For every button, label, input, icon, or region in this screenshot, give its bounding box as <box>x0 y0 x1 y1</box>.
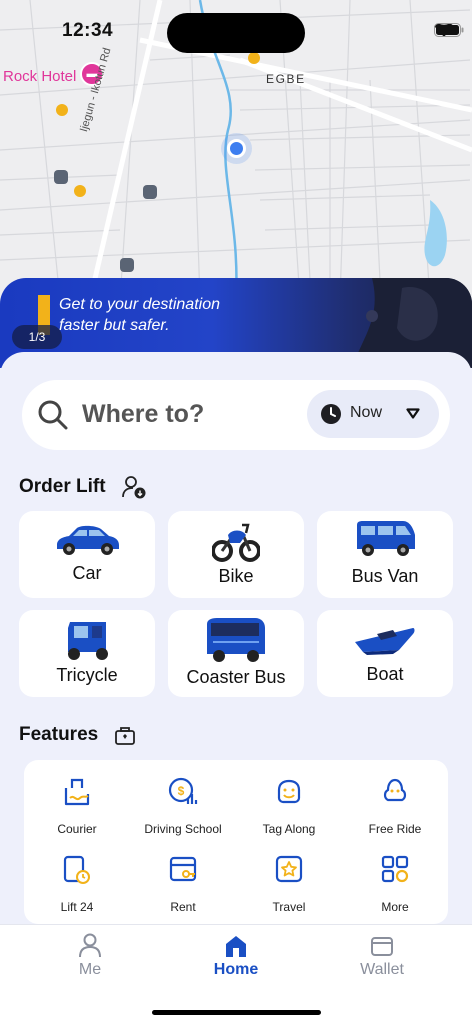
map-view[interactable]: 12:34 Rock Hotel ▬ EGBE Ijegun - Ikotun … <box>0 0 472 300</box>
more-icon <box>381 855 409 883</box>
driving-school-icon: $ <box>168 777 198 804</box>
courier-label: Courier <box>57 822 97 836</box>
free-ride-label: Free Ride <box>368 822 422 836</box>
order-bus-van-button[interactable]: Bus Van <box>317 511 453 598</box>
chevron-down-icon <box>406 408 420 419</box>
feature-free-ride[interactable]: Free Ride <box>342 776 448 852</box>
boat-label: Boat <box>366 664 404 684</box>
travel-icon <box>275 855 303 883</box>
order-lift-title: Order Lift <box>19 476 106 497</box>
driving-school-label: Driving School <box>144 822 222 836</box>
banner-text-line2: faster but safer. <box>59 317 170 334</box>
tab-home-label: Home <box>213 961 259 978</box>
order-boat-button[interactable]: Boat <box>317 610 453 697</box>
bottom-sheet: Where to? Now Order Lift Car Bike Bus Va… <box>0 352 472 926</box>
rent-label: Rent <box>170 900 196 914</box>
banner-text: Get to your destination faster but safer… <box>59 294 220 336</box>
tab-me-label: Me <box>78 961 102 978</box>
current-location-icon <box>227 139 246 158</box>
feature-driving-school[interactable]: $ Driving School <box>130 776 236 852</box>
rent-icon <box>169 856 197 882</box>
order-car-button[interactable]: Car <box>19 511 155 598</box>
status-bar: 12:34 <box>0 0 472 64</box>
tab-me[interactable]: Me <box>35 933 145 983</box>
banner-text-line1: Get to your destination <box>59 296 220 313</box>
lift-24-icon <box>63 855 90 884</box>
order-coaster-bus-button[interactable]: Coaster Bus <box>168 610 304 697</box>
tab-home[interactable]: Home <box>181 933 291 983</box>
tab-wallet-label: Wallet <box>360 961 404 978</box>
courier-icon <box>64 778 90 806</box>
home-indicator <box>152 1010 321 1015</box>
search-bar[interactable]: Where to? Now <box>22 380 450 450</box>
person-icon <box>79 933 101 958</box>
tab-wallet[interactable]: Wallet <box>327 933 437 983</box>
home-icon <box>226 936 246 957</box>
banner-pager: 1/3 <box>12 325 62 349</box>
add-user-icon <box>122 476 146 499</box>
coaster-bus-label: Coaster Bus <box>186 667 286 687</box>
bus-van-icon <box>357 521 415 556</box>
briefcase-icon <box>115 727 135 745</box>
bike-label: Bike <box>218 566 254 586</box>
clock-icon <box>321 404 341 424</box>
feature-tag-along[interactable]: Tag Along <box>236 776 342 852</box>
tricycle-label: Tricycle <box>56 665 118 685</box>
more-label: More <box>381 900 409 914</box>
tab-bar: Me Home Wallet <box>0 924 472 1024</box>
free-ride-icon <box>383 778 407 802</box>
bike-icon <box>212 523 260 562</box>
feature-rent[interactable]: Rent <box>130 854 236 930</box>
lift-24-label: Lift 24 <box>60 900 94 914</box>
order-bike-button[interactable]: Bike <box>168 511 304 598</box>
search-placeholder: Where to? <box>82 400 205 428</box>
status-time: 12:34 <box>62 20 114 41</box>
wallet-icon <box>371 937 393 956</box>
tricycle-icon <box>68 622 108 660</box>
feature-travel[interactable]: Travel <box>236 854 342 930</box>
time-selector[interactable]: Now <box>307 390 439 438</box>
boat-icon <box>355 628 415 655</box>
order-tricycle-button[interactable]: Tricycle <box>19 610 155 697</box>
car-icon <box>57 525 119 555</box>
battery-icon <box>434 23 464 37</box>
bus-van-label: Bus Van <box>351 566 419 586</box>
hotel-label: Rock Hotel <box>3 68 77 85</box>
feature-courier[interactable]: Courier <box>24 776 130 852</box>
dynamic-island <box>167 13 305 53</box>
coaster-bus-icon <box>207 618 265 662</box>
car-label: Car <box>72 563 102 583</box>
area-label: EGBE <box>266 72 306 86</box>
tag-along-label: Tag Along <box>262 822 316 836</box>
tag-along-icon <box>277 779 301 804</box>
search-icon <box>38 400 68 430</box>
svg-text:$: $ <box>178 784 185 798</box>
time-selector-label: Now <box>350 404 383 421</box>
features-title: Features <box>19 724 99 745</box>
feature-lift-24[interactable]: Lift 24 <box>24 854 130 930</box>
travel-label: Travel <box>272 900 306 914</box>
features-grid: Courier $ Driving School Tag Along Free <box>24 760 448 924</box>
feature-more[interactable]: More <box>342 854 448 930</box>
